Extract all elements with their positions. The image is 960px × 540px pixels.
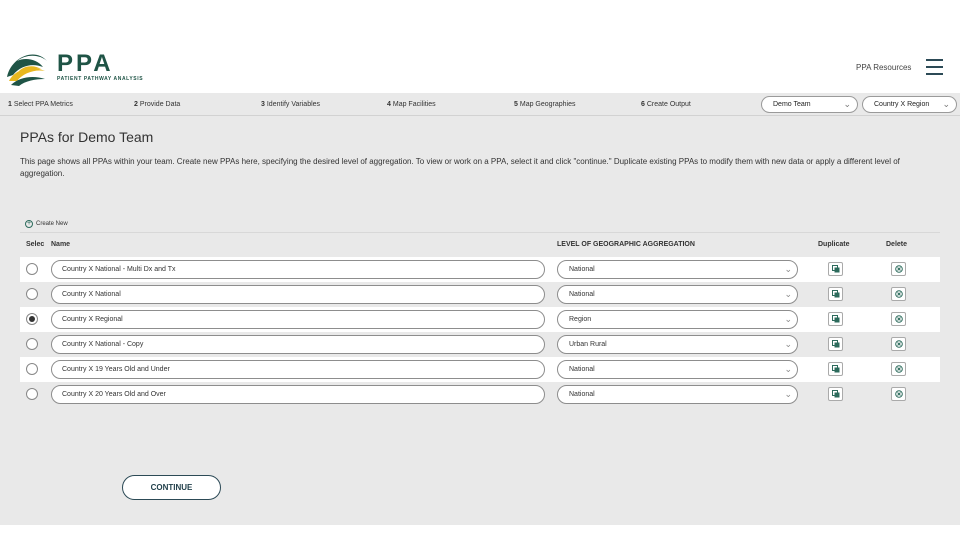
duplicate-button[interactable] xyxy=(828,262,843,276)
table-row[interactable]: Country X National - Copy Urban Rural ⌄ xyxy=(20,332,940,357)
aggregation-select[interactable]: National ⌄ xyxy=(557,260,798,279)
table-row[interactable]: Country X National - Multi Dx and Tx Nati… xyxy=(20,257,940,282)
plus-icon: + xyxy=(25,220,33,228)
select-radio[interactable] xyxy=(26,388,38,400)
header-aggregation: LEVEL OF GEOGRAPHIC AGGREGATION xyxy=(557,241,695,248)
continue-button[interactable]: CONTINUE xyxy=(122,475,221,500)
chevron-down-icon: ⌄ xyxy=(784,389,792,399)
select-radio[interactable] xyxy=(26,338,38,350)
select-radio[interactable] xyxy=(26,363,38,375)
hamburger-icon[interactable] xyxy=(926,59,943,75)
ppa-name-field[interactable]: Country X National xyxy=(51,285,545,304)
step-3[interactable]: 3 Identify Variables xyxy=(261,101,320,108)
aggregation-select[interactable]: Region ⌄ xyxy=(557,310,798,329)
main-content: 1 Select PPA Metrics 2 Provide Data 3 Id… xyxy=(0,93,960,525)
aggregation-select[interactable]: Urban Rural ⌄ xyxy=(557,335,798,354)
duplicate-button[interactable] xyxy=(828,287,843,301)
step-4[interactable]: 4 Map Facilities xyxy=(387,101,436,108)
ppa-name-field[interactable]: Country X Regional xyxy=(51,310,545,329)
country-select[interactable]: Country X Region ⌄ xyxy=(862,96,957,113)
divider xyxy=(20,232,940,233)
select-radio[interactable] xyxy=(26,288,38,300)
aggregation-select[interactable]: National ⌄ xyxy=(557,285,798,304)
select-radio[interactable] xyxy=(26,263,38,275)
delete-button[interactable] xyxy=(891,287,906,301)
page-title: PPAs for Demo Team xyxy=(20,129,154,145)
table-row[interactable]: Country X Regional Region ⌄ xyxy=(20,307,940,332)
header-select: Selec xyxy=(26,241,45,248)
ppa-resources-link[interactable]: PPA Resources xyxy=(856,63,911,72)
duplicate-button[interactable] xyxy=(828,312,843,326)
footer xyxy=(0,525,960,540)
aggregation-select[interactable]: National ⌄ xyxy=(557,360,798,379)
aggregation-select[interactable]: National ⌄ xyxy=(557,385,798,404)
delete-button[interactable] xyxy=(891,312,906,326)
ppa-name-field[interactable]: Country X National - Multi Dx and Tx xyxy=(51,260,545,279)
page-intro: This page shows all PPAs within your tea… xyxy=(20,157,900,178)
header-duplicate: Duplicate xyxy=(818,241,850,248)
step-6[interactable]: 6 Create Output xyxy=(641,101,691,108)
duplicate-button[interactable] xyxy=(828,387,843,401)
step-2[interactable]: 2 Provide Data xyxy=(134,101,180,108)
ppa-name-field[interactable]: Country X National - Copy xyxy=(51,335,545,354)
ppa-logo-icon xyxy=(7,54,47,86)
select-radio[interactable] xyxy=(26,313,38,325)
create-new-label: Create New xyxy=(36,221,68,227)
table-row[interactable]: Country X 19 Years Old and Under National… xyxy=(20,357,940,382)
chevron-down-icon: ⌄ xyxy=(784,314,792,324)
create-new-button[interactable]: + Create New xyxy=(25,220,68,228)
chevron-down-icon: ⌄ xyxy=(784,364,792,374)
step-5[interactable]: 5 Map Geographies xyxy=(514,101,576,108)
step-1[interactable]: 1 Select PPA Metrics xyxy=(8,101,73,108)
brand-subtitle: PATIENT PATHWAY ANALYSIS xyxy=(57,76,144,82)
delete-button[interactable] xyxy=(891,337,906,351)
delete-button[interactable] xyxy=(891,262,906,276)
team-select[interactable]: Demo Team ⌄ xyxy=(761,96,858,113)
duplicate-button[interactable] xyxy=(828,337,843,351)
delete-button[interactable] xyxy=(891,387,906,401)
header-name: Name xyxy=(51,241,71,248)
table-row[interactable]: Country X 20 Years Old and Over National ⌄ xyxy=(20,382,940,407)
brand-name: PPA xyxy=(57,50,114,77)
ppa-name-field[interactable]: Country X 20 Years Old and Over xyxy=(51,385,545,404)
table-row[interactable]: Country X National National ⌄ xyxy=(20,282,940,307)
chevron-down-icon: ⌄ xyxy=(784,264,792,274)
delete-button[interactable] xyxy=(891,362,906,376)
duplicate-button[interactable] xyxy=(828,362,843,376)
step-nav: 1 Select PPA Metrics 2 Provide Data 3 Id… xyxy=(0,93,960,116)
ppa-name-field[interactable]: Country X 19 Years Old and Under xyxy=(51,360,545,379)
chevron-down-icon: ⌄ xyxy=(784,289,792,299)
chevron-down-icon: ⌄ xyxy=(784,339,792,349)
header-delete: Delete xyxy=(886,241,908,248)
app-header: PPA PATIENT PATHWAY ANALYSIS PPA Resourc… xyxy=(0,0,960,93)
chevron-down-icon: ⌄ xyxy=(843,99,851,109)
chevron-down-icon: ⌄ xyxy=(942,99,950,109)
